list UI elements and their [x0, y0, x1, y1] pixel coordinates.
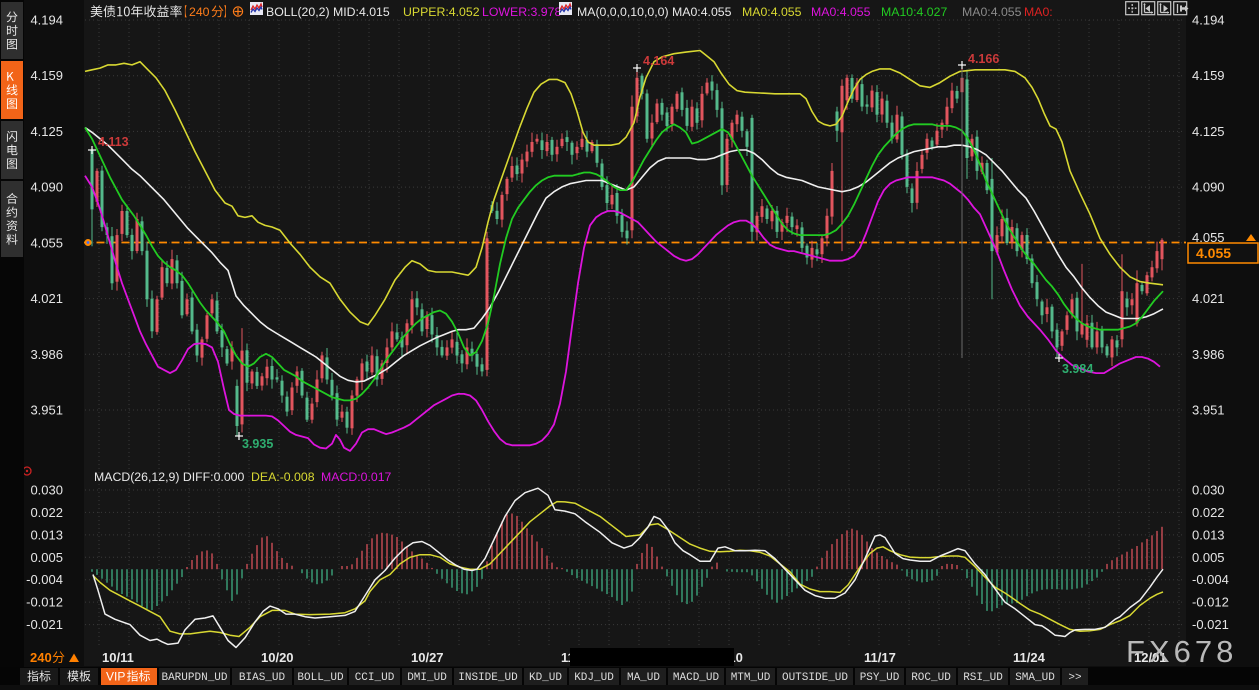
svg-text:10/11: 10/11: [102, 650, 134, 665]
svg-text:-0.004: -0.004: [26, 572, 63, 587]
svg-text:RSI_UD: RSI_UD: [963, 672, 1003, 684]
svg-text:0.005: 0.005: [30, 550, 63, 565]
svg-text:4.021: 4.021: [30, 291, 63, 306]
svg-text:240: 240: [30, 650, 52, 665]
svg-text:DEA:-0.008: DEA:-0.008: [251, 470, 315, 484]
svg-text:BARUPDN_UD: BARUPDN_UD: [161, 672, 227, 684]
svg-text:MACD_UD: MACD_UD: [673, 672, 720, 684]
svg-text:MTM_UD: MTM_UD: [731, 672, 771, 684]
svg-text:4.159: 4.159: [1192, 68, 1225, 83]
svg-text:3.986: 3.986: [1192, 347, 1225, 362]
svg-text:0.022: 0.022: [30, 505, 63, 520]
svg-text:MA0:4.055: MA0:4.055: [811, 5, 871, 19]
svg-text:OUTSIDE_UD: OUTSIDE_UD: [782, 672, 848, 684]
svg-text:MA0:4.055: MA0:4.055: [742, 5, 802, 19]
svg-text:>>: >>: [1068, 672, 1081, 684]
svg-text:3.951: 3.951: [1192, 403, 1225, 418]
svg-text:FX678: FX678: [1126, 634, 1237, 669]
svg-text:4.159: 4.159: [30, 68, 63, 83]
svg-text:BOLL(20,2) MID:4.015: BOLL(20,2) MID:4.015: [266, 5, 390, 19]
svg-text:4.021: 4.021: [1192, 291, 1225, 306]
svg-text:0.005: 0.005: [1192, 550, 1225, 565]
svg-text:KDJ_UD: KDJ_UD: [574, 672, 614, 684]
svg-text:MA_UD: MA_UD: [627, 672, 660, 684]
svg-text:10/20: 10/20: [261, 650, 294, 665]
svg-text:4.125: 4.125: [1192, 124, 1225, 139]
svg-text:BIAS_UD: BIAS_UD: [239, 672, 286, 684]
svg-text:-0.012: -0.012: [26, 595, 63, 610]
svg-text:3.986: 3.986: [30, 347, 63, 362]
svg-text:ROC_UD: ROC_UD: [911, 672, 951, 684]
svg-text:-0.004: -0.004: [1192, 572, 1229, 587]
svg-text:0.030: 0.030: [30, 483, 63, 498]
svg-text:-0.021: -0.021: [1192, 617, 1229, 632]
svg-text:0.013: 0.013: [30, 527, 63, 542]
svg-text:VIP: VIP: [106, 670, 125, 684]
svg-text:MA10:4.027: MA10:4.027: [881, 5, 947, 19]
svg-text:-0.021: -0.021: [26, 617, 63, 632]
svg-text:4.090: 4.090: [30, 180, 63, 195]
svg-text:4.164: 4.164: [643, 54, 674, 68]
svg-text:MA0:4.055: MA0:4.055: [962, 5, 1022, 19]
svg-text:MACD:0.017: MACD:0.017: [321, 470, 392, 484]
svg-text:240: 240: [189, 5, 210, 19]
svg-text:0.022: 0.022: [1192, 505, 1225, 520]
svg-text:11/24: 11/24: [1013, 650, 1046, 665]
svg-text:10/27: 10/27: [411, 650, 444, 665]
svg-text:4.055: 4.055: [30, 235, 63, 250]
svg-text:MACD(26,12,9) DIFF:0.000: MACD(26,12,9) DIFF:0.000: [94, 470, 245, 484]
svg-text:4.166: 4.166: [968, 52, 999, 66]
svg-text:MA(0,0,0,10,0,0) MA0:4.055: MA(0,0,0,10,0,0) MA0:4.055: [577, 5, 732, 19]
svg-text:MA0:: MA0:: [1024, 5, 1053, 19]
svg-text:4.055: 4.055: [1196, 245, 1231, 261]
svg-text:PSY_UD: PSY_UD: [860, 672, 900, 684]
svg-text:4.125: 4.125: [30, 124, 63, 139]
svg-text:0.013: 0.013: [1192, 527, 1225, 542]
svg-text:DMI_UD: DMI_UD: [407, 672, 447, 684]
svg-text:4.090: 4.090: [1192, 180, 1225, 195]
svg-text:SMA_UD: SMA_UD: [1015, 672, 1055, 684]
svg-text:-0.012: -0.012: [1192, 595, 1229, 610]
svg-text:3.984: 3.984: [1062, 362, 1093, 376]
svg-text:11/17: 11/17: [864, 650, 896, 665]
svg-text:4.194: 4.194: [1192, 13, 1225, 28]
svg-text:UPPER:4.052: UPPER:4.052: [403, 5, 480, 19]
svg-text:KD_UD: KD_UD: [529, 672, 562, 684]
svg-text:4.194: 4.194: [30, 13, 63, 28]
svg-text:CCI_UD: CCI_UD: [355, 672, 395, 684]
svg-text:4.113: 4.113: [98, 135, 129, 149]
svg-text:0.030: 0.030: [1192, 483, 1225, 498]
svg-text:3.935: 3.935: [242, 437, 273, 451]
svg-text:INSIDE_UD: INSIDE_UD: [458, 672, 518, 684]
svg-text:3.951: 3.951: [30, 403, 63, 418]
svg-text:LOWER:3.978: LOWER:3.978: [482, 5, 561, 19]
svg-text:BOLL_UD: BOLL_UD: [297, 672, 344, 684]
